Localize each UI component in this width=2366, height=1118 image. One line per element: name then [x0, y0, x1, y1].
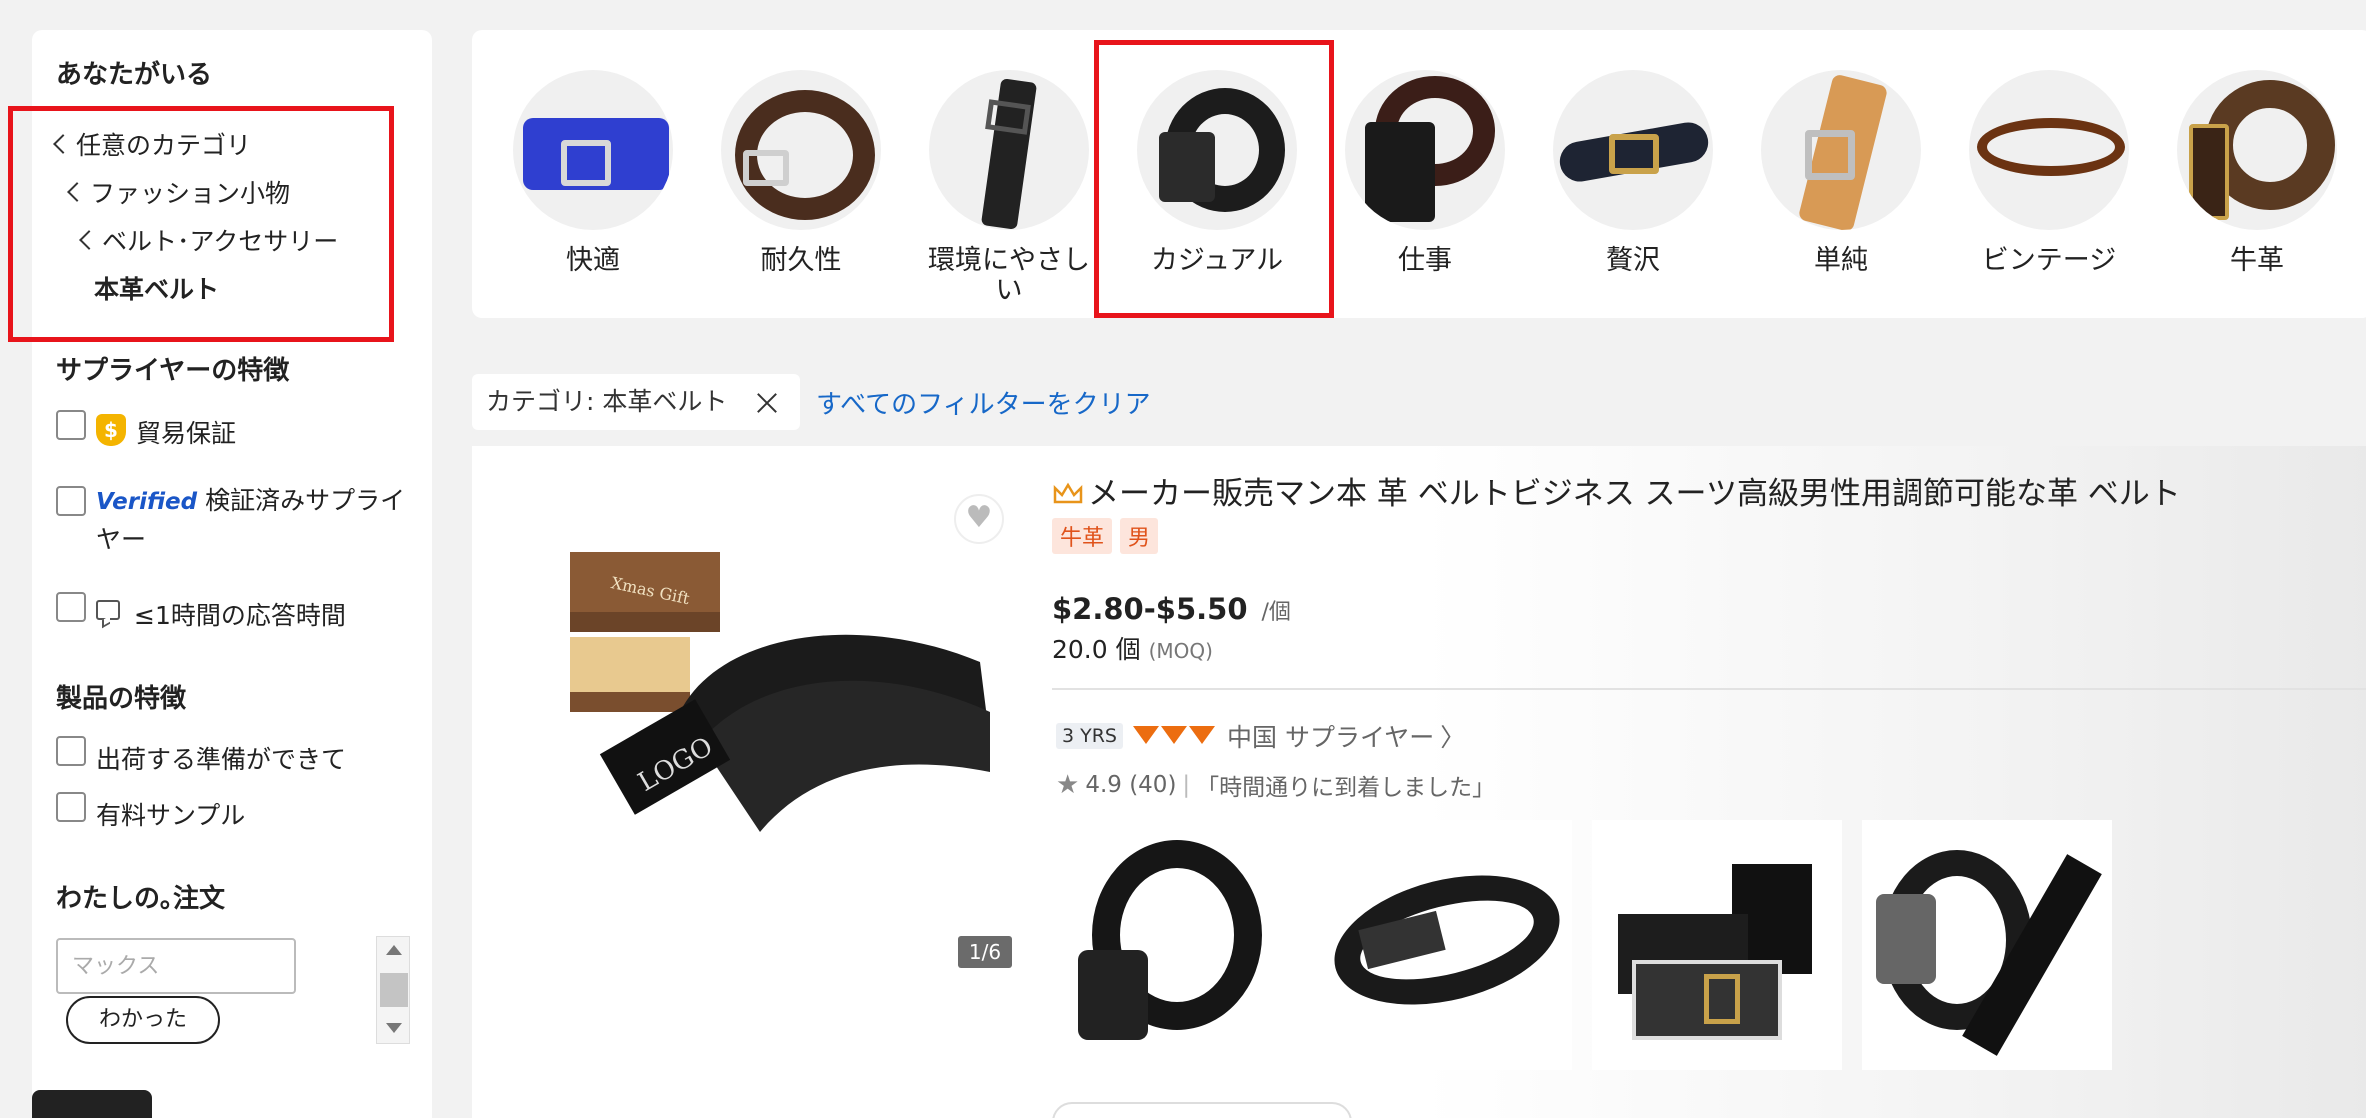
divider — [1052, 688, 2366, 690]
category-work[interactable]: 仕事 — [1330, 70, 1520, 276]
scroll-thumb[interactable] — [380, 973, 408, 1007]
verified-badge: Verified — [96, 489, 198, 515]
category-eco-friendly-image — [929, 70, 1089, 230]
category-vintage-image — [1969, 70, 2129, 230]
thumbnail-2[interactable] — [1322, 820, 1572, 1070]
price: $2.80-$5.50/個 — [1052, 592, 1291, 626]
verified-supplier-text: Verified 検証済みサプライ ヤー — [96, 486, 406, 554]
rating: ★ 4.9 (40) | 「時間通りに到着しました」 — [1056, 770, 1496, 801]
star-icon: ★ — [1056, 770, 1080, 800]
diamond-icon — [1133, 726, 1159, 746]
breadcrumb-highlight-box — [8, 106, 394, 342]
chat-icon — [96, 600, 120, 620]
close-icon[interactable] — [756, 392, 778, 414]
category-comfort[interactable]: 快適 — [498, 70, 688, 276]
supplier-features-heading: サプライヤーの特徴 — [56, 356, 290, 386]
paid-samples-checkbox[interactable] — [56, 792, 86, 822]
ready-to-ship-filter[interactable]: 出荷する準備ができて — [56, 736, 346, 776]
category-work-image — [1345, 70, 1505, 230]
clear-all-filters-link[interactable]: すべてのフィルターをクリア — [816, 384, 1151, 421]
chevron-right-icon: 〉 — [1440, 723, 1466, 752]
thumbnail-1[interactable] — [1052, 820, 1302, 1070]
response-time-checkbox[interactable] — [56, 592, 86, 622]
category-durable[interactable]: 耐久性 — [706, 70, 896, 276]
trade-assurance-checkbox[interactable] — [56, 410, 86, 440]
product-title[interactable]: メーカー販売マン本 革 ベルトビジネス スーツ高級男性用調節可能な革 ベルト — [1052, 468, 2181, 513]
category-highlight-box — [1094, 40, 1334, 318]
years-badge: 3 YRS — [1056, 723, 1123, 749]
category-eco-friendly[interactable]: 環境にやさしい — [914, 70, 1104, 306]
you-are-here-heading: あなたがいる — [56, 60, 213, 90]
crown-icon — [1053, 482, 1083, 504]
verified-supplier-checkbox[interactable] — [56, 486, 86, 516]
category-cowhide-image — [2177, 70, 2337, 230]
diamond-icon — [1189, 726, 1215, 746]
category-simple-image — [1761, 70, 1921, 230]
thumbnail-4[interactable] — [1862, 820, 2112, 1070]
active-filter-chip[interactable]: カテゴリ: 本革ベルト — [472, 374, 800, 430]
category-simple[interactable]: 単純 — [1746, 70, 1936, 276]
category-luxury-image — [1553, 70, 1713, 230]
thumbnail-3[interactable] — [1592, 820, 1842, 1070]
bottom-dark-tab[interactable] — [32, 1090, 152, 1118]
product-features-heading: 製品の特徴 — [56, 684, 187, 714]
ready-to-ship-checkbox[interactable] — [56, 736, 86, 766]
product-main-image[interactable]: Xmas Gift LOGO — [560, 542, 1000, 872]
scroll-up-arrow-icon[interactable] — [386, 945, 402, 955]
verified-supplier-filter[interactable]: Verified 検証済みサプライ ヤー — [56, 482, 405, 559]
supplier-info[interactable]: 3 YRS 中国 サプライヤー 〉 — [1056, 718, 1465, 754]
max-order-input[interactable] — [56, 938, 296, 994]
paid-samples-filter[interactable]: 有料サンプル — [56, 792, 245, 832]
product-tags: 牛革 男 — [1052, 518, 1159, 554]
tag-cowhide: 牛革 — [1052, 518, 1113, 554]
favorite-heart-icon[interactable]: ♥ — [954, 494, 1004, 544]
response-time-filter[interactable]: ≤1時間の応答時間 — [56, 592, 346, 632]
minimum-order-quantity: 20.0 個 (MOQ) — [1052, 635, 1213, 664]
diamond-icon — [1161, 726, 1187, 746]
product-thumbnails — [1052, 820, 2112, 1070]
product-card[interactable]: Xmas Gift LOGO ♥ 1/6 メーカー販売マン本 革 ベルトビジネス… — [472, 446, 2366, 1118]
category-comfort-image — [513, 70, 673, 230]
contact-supplier-button[interactable] — [1052, 1102, 1352, 1118]
category-strip: 快適 耐久性 環境にやさしい カジュアル 仕事 贅沢 単純 ビンテージ 牛革 — [472, 30, 2366, 318]
category-cowhide[interactable]: 牛革 — [2162, 70, 2352, 276]
ok-button[interactable]: わかった — [66, 996, 220, 1044]
image-counter: 1/6 — [958, 936, 1012, 968]
trade-assurance-filter[interactable]: $ 貿易保証 — [56, 410, 236, 450]
scroll-down-arrow-icon[interactable] — [386, 1023, 402, 1033]
tag-men: 男 — [1120, 518, 1159, 554]
my-order-heading: わたしの｡注文 — [56, 884, 226, 914]
category-luxury[interactable]: 贅沢 — [1538, 70, 1728, 276]
trade-assurance-icon: $ — [96, 414, 126, 446]
category-vintage[interactable]: ビンテージ — [1954, 70, 2144, 276]
sidebar-scrollbar[interactable] — [376, 936, 410, 1044]
category-durable-image — [721, 70, 881, 230]
